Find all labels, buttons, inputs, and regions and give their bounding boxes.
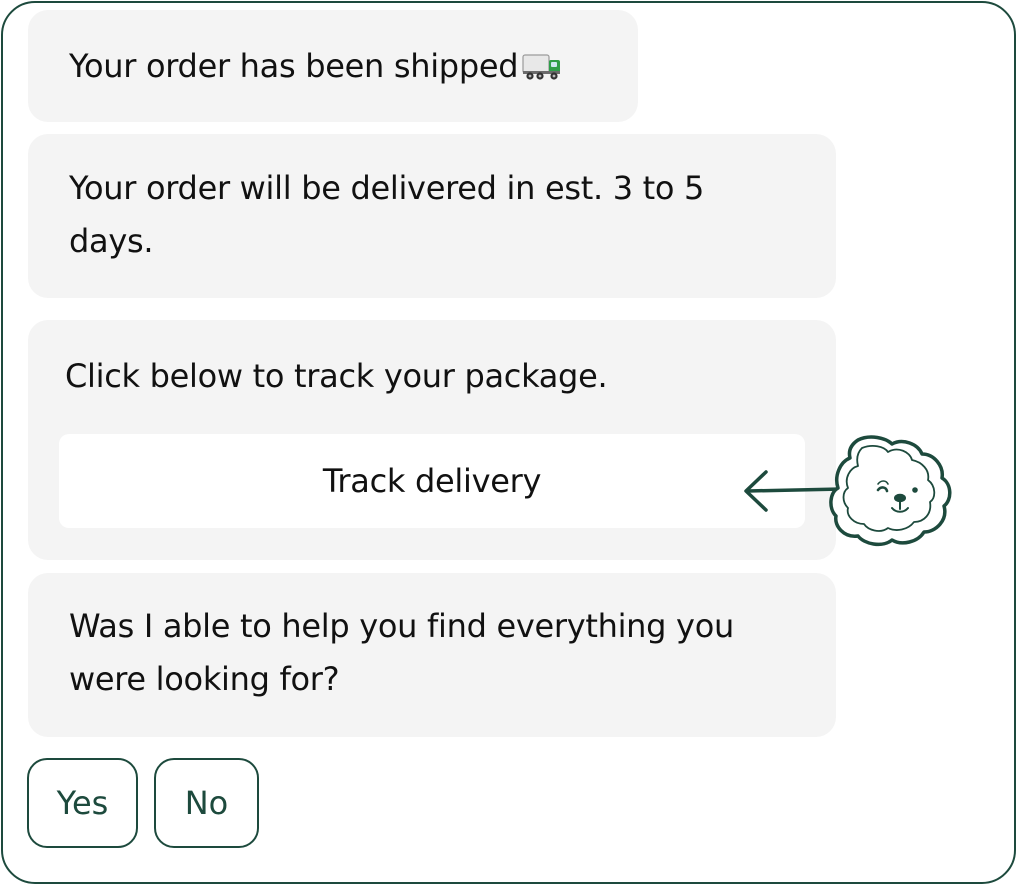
delivery-truck-icon [522, 44, 562, 97]
arrow-left-icon [744, 470, 844, 512]
mascot-annotation [744, 435, 952, 547]
yes-button[interactable]: Yes [27, 758, 138, 848]
message-text: Was I able to help you find everything y… [69, 607, 734, 698]
message-bubble-delivery-estimate: Your order will be delivered in est. 3 t… [28, 134, 836, 298]
message-text: Your order will be delivered in est. 3 t… [69, 169, 705, 260]
message-bubble-feedback: Was I able to help you find everything y… [28, 573, 836, 737]
message-text-content: Your order has been shipped [69, 47, 519, 85]
track-delivery-button[interactable]: Track delivery [59, 434, 805, 528]
message-text: Click below to track your package. [65, 357, 608, 395]
dog-mascot-icon [829, 435, 952, 547]
message-text: Your order has been shipped [69, 40, 638, 97]
message-bubble-shipped: Your order has been shipped [28, 10, 638, 122]
no-button[interactable]: No [154, 758, 259, 848]
